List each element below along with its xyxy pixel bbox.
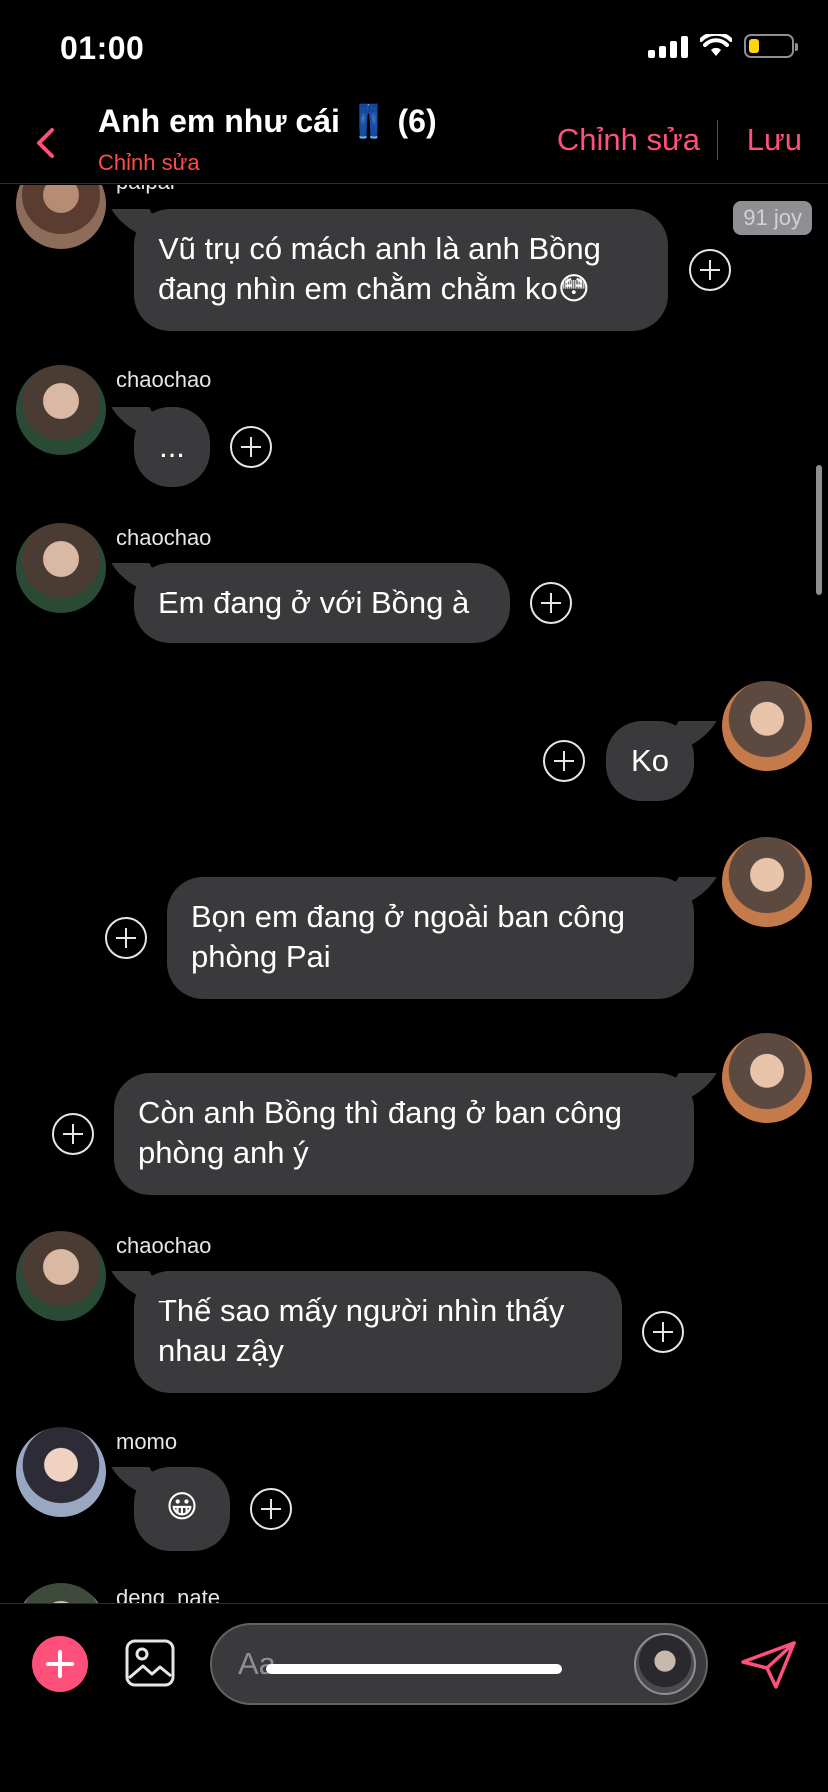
sender-name: chaochao bbox=[116, 525, 212, 550]
add-reaction-button[interactable] bbox=[105, 917, 147, 959]
add-reaction-button[interactable] bbox=[689, 249, 731, 291]
avatar[interactable] bbox=[722, 837, 812, 927]
message-bubble[interactable]: Bọn em đang ở ngoài ban công phòng Pai bbox=[167, 877, 694, 999]
message-bubble[interactable]: Thế sao mấy người nhìn thấy nhau zậy bbox=[134, 1271, 622, 1393]
message-bubble[interactable]: Em đang ở với Bồng à bbox=[134, 563, 510, 643]
composer-bar bbox=[0, 1603, 828, 1792]
avatar[interactable] bbox=[16, 365, 106, 455]
wifi-icon bbox=[700, 34, 732, 56]
chat-header: Anh em như cái 👖 (6) Chỉnh sửa Chỉnh sửa… bbox=[0, 96, 828, 184]
avatar[interactable] bbox=[16, 1427, 106, 1517]
message-bubble[interactable]: Vũ trụ có mách anh là anh Bồng đang nhìn… bbox=[134, 209, 668, 331]
avatar[interactable] bbox=[16, 523, 106, 613]
avatar[interactable] bbox=[722, 1033, 812, 1123]
message-list[interactable]: 91 joy paipai Vũ trụ có mách anh là anh … bbox=[0, 185, 828, 1603]
sender-name: chaochao bbox=[116, 367, 212, 392]
edit-button[interactable]: Chỉnh sửa bbox=[557, 122, 700, 158]
add-reaction-button[interactable] bbox=[52, 1113, 94, 1155]
add-reaction-button[interactable] bbox=[530, 582, 572, 624]
scrollbar[interactable] bbox=[816, 465, 822, 595]
add-reaction-button[interactable] bbox=[250, 1488, 292, 1530]
add-reaction-button[interactable] bbox=[642, 1311, 684, 1353]
status-time: 01:00 bbox=[60, 30, 145, 66]
chat-title: Anh em như cái 👖 (6) bbox=[98, 103, 437, 139]
send-icon[interactable] bbox=[740, 1640, 798, 1690]
save-button[interactable]: Lưu bbox=[747, 122, 802, 158]
sender-name: deng_nate bbox=[116, 1585, 220, 1603]
avatar[interactable] bbox=[16, 1231, 106, 1321]
add-reaction-button[interactable] bbox=[230, 426, 272, 468]
sender-name: paipai bbox=[116, 185, 175, 195]
battery-icon bbox=[744, 34, 798, 58]
cellular-signal-icon bbox=[648, 34, 688, 58]
nav-divider bbox=[717, 120, 718, 160]
add-button[interactable] bbox=[32, 1636, 88, 1692]
sender-name: momo bbox=[116, 1429, 178, 1454]
message-bubble[interactable]: 😀 bbox=[134, 1467, 230, 1551]
avatar[interactable] bbox=[722, 681, 812, 771]
message-bubble[interactable]: Ko bbox=[606, 721, 694, 801]
status-icons bbox=[648, 34, 798, 58]
add-reaction-button[interactable] bbox=[543, 740, 585, 782]
persona-avatar[interactable] bbox=[634, 1633, 696, 1695]
status-bar: 01:00 bbox=[0, 0, 828, 96]
home-indicator[interactable] bbox=[266, 1664, 562, 1674]
back-chevron-icon[interactable] bbox=[26, 118, 66, 168]
message-bubble[interactable]: Còn anh Bồng thì đang ở ban công phòng a… bbox=[114, 1073, 694, 1195]
chat-subtitle[interactable]: Chỉnh sửa bbox=[98, 150, 200, 176]
avatar[interactable] bbox=[16, 1583, 106, 1603]
joy-badge: 91 joy bbox=[733, 201, 812, 235]
message-bubble[interactable]: ... bbox=[134, 407, 210, 487]
avatar[interactable] bbox=[16, 185, 106, 249]
image-icon[interactable] bbox=[124, 1638, 176, 1688]
sender-name: chaochao bbox=[116, 1233, 212, 1258]
